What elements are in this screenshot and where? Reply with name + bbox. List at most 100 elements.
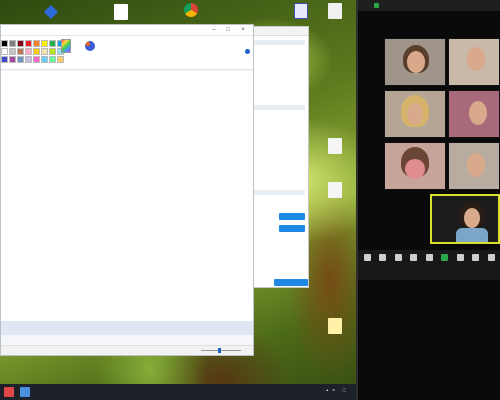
desktop-icon-document[interactable] — [108, 4, 134, 20]
color-swatch[interactable] — [17, 48, 24, 55]
zoom-meeting-window[interactable] — [356, 0, 500, 400]
paint-statusbar — [1, 345, 253, 355]
document-icon — [328, 138, 342, 154]
color-swatch[interactable] — [49, 56, 56, 63]
video-button[interactable] — [376, 254, 390, 263]
more-button[interactable] — [484, 254, 498, 263]
window-action-button[interactable] — [279, 213, 305, 220]
color-palette — [1, 40, 64, 63]
participant-face — [464, 208, 480, 228]
document-icon — [328, 3, 342, 19]
reactions-icon — [472, 254, 479, 261]
record-button[interactable] — [453, 254, 467, 263]
system-tray: ▴ ◂ ▢ — [326, 387, 346, 392]
paint-3d-icon[interactable] — [83, 39, 97, 53]
minimize-icon[interactable]: – — [209, 26, 219, 34]
background-window[interactable] — [245, 26, 309, 288]
color-swatch[interactable] — [17, 56, 24, 63]
window-ok-button[interactable] — [274, 279, 308, 286]
file-icon — [294, 3, 308, 19]
desktop-icon-file-app[interactable] — [288, 3, 314, 19]
participant-tile[interactable] — [448, 142, 500, 190]
desktop-icon-folder-4[interactable] — [322, 318, 348, 334]
document-icon — [328, 182, 342, 198]
paint-ribbon — [1, 36, 253, 70]
taskbar-app-icon[interactable] — [4, 387, 14, 397]
paint-window[interactable]: – □ × — [0, 24, 254, 356]
record-icon — [456, 254, 464, 261]
color-swatch[interactable] — [33, 48, 40, 55]
participant-face — [467, 153, 485, 177]
paint-titlebar: – □ × — [1, 25, 253, 36]
network-icon[interactable]: ▴ — [326, 387, 328, 392]
color-swatch[interactable] — [41, 48, 48, 55]
color-swatch[interactable] — [9, 40, 16, 47]
active-speaker-tile[interactable] — [430, 194, 500, 244]
participant-tile[interactable] — [384, 38, 446, 86]
zoom-titlebar — [358, 0, 500, 11]
color-swatch[interactable] — [1, 40, 8, 47]
drawing-canvas[interactable] — [1, 71, 253, 321]
maximize-icon[interactable]: □ — [223, 26, 233, 34]
color-swatch[interactable] — [41, 40, 48, 47]
color-swatch[interactable] — [9, 56, 16, 63]
zoom-slider-thumb[interactable] — [218, 348, 221, 353]
shield-icon[interactable] — [374, 3, 379, 8]
mic-button[interactable] — [360, 254, 374, 263]
close-icon[interactable]: × — [238, 26, 248, 34]
chat-icon — [425, 254, 433, 261]
desktop-icon-blue-app[interactable] — [38, 4, 64, 20]
security-button[interactable] — [391, 254, 405, 263]
app-icon — [43, 4, 59, 20]
volume-icon[interactable]: ◂ — [332, 387, 334, 392]
content-row — [249, 40, 305, 45]
ribbon-collapse-button[interactable] — [245, 49, 250, 54]
desktop-icon-folder-1[interactable] — [322, 3, 348, 19]
participant-tile[interactable] — [448, 90, 500, 138]
more-icon — [487, 254, 495, 261]
color-swatch[interactable] — [25, 48, 32, 55]
color-swatch[interactable] — [33, 56, 40, 63]
participant-face — [405, 159, 425, 179]
zoom-toolbar — [358, 250, 500, 280]
content-row — [249, 105, 305, 110]
desktop-icon-chrome[interactable] — [178, 3, 204, 17]
color-swatch[interactable] — [41, 56, 48, 63]
color-swatch[interactable] — [25, 40, 32, 47]
security-icon — [394, 254, 402, 261]
chat-button[interactable] — [422, 254, 436, 263]
desktop-icon-folder-3[interactable] — [322, 182, 348, 199]
desktop-icon-folder-2[interactable] — [322, 138, 348, 155]
color-swatch[interactable] — [57, 56, 64, 63]
taskbar-app-icon[interactable] — [20, 387, 30, 397]
participant-tile[interactable] — [448, 38, 500, 86]
participant-face — [407, 51, 425, 73]
chrome-icon — [184, 3, 198, 17]
window-titlebar — [246, 27, 308, 36]
color-swatch[interactable] — [49, 40, 56, 47]
color-swatch[interactable] — [1, 56, 8, 63]
participant-shirt — [456, 228, 488, 242]
mic-icon — [363, 254, 371, 261]
color-swatch[interactable] — [9, 48, 16, 55]
participant-face — [467, 47, 485, 71]
notification-icon[interactable]: ▢ — [342, 387, 346, 392]
content-row — [249, 190, 305, 195]
taskbar: ▴ ◂ ▢ — [0, 384, 356, 400]
share-icon — [441, 254, 448, 261]
color-swatch[interactable] — [1, 48, 8, 55]
document-icon — [114, 4, 128, 20]
zoom-slider[interactable] — [201, 350, 241, 351]
color-swatch[interactable] — [33, 40, 40, 47]
color-swatch[interactable] — [49, 48, 56, 55]
participant-tile[interactable] — [384, 142, 446, 190]
edit-colors-icon[interactable] — [61, 39, 71, 53]
color-swatch[interactable] — [25, 56, 32, 63]
share-button[interactable] — [438, 254, 452, 263]
participant-face — [469, 101, 487, 125]
window-action-button[interactable] — [279, 225, 305, 232]
reactions-button[interactable] — [469, 254, 483, 263]
participants-button[interactable] — [407, 254, 421, 263]
participant-tile[interactable] — [384, 90, 446, 138]
color-swatch[interactable] — [17, 40, 24, 47]
